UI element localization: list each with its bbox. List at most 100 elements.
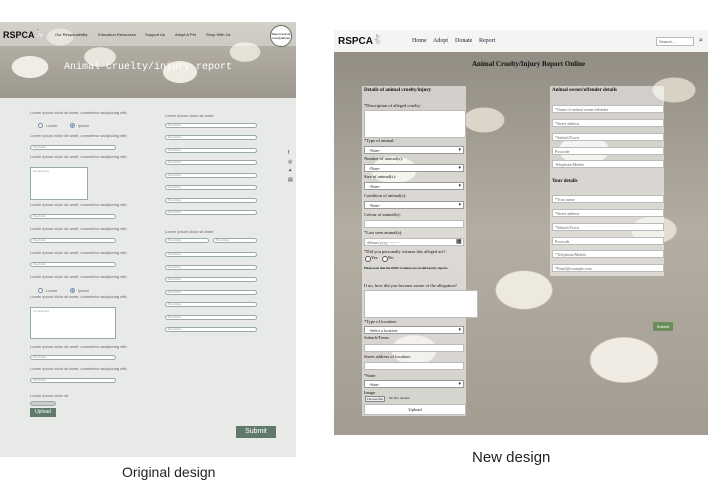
text-input[interactable]: Placeholder <box>165 302 257 307</box>
form-label: Lorem ipsum dolor sit amet, consetetur s… <box>30 366 128 371</box>
animal-condition-select[interactable]: -None- <box>364 201 464 209</box>
new-page-title: Animal Cruelty/Injury Report Online <box>472 60 585 68</box>
text-input[interactable]: Placeholder <box>30 145 116 150</box>
animal-number-select[interactable]: -None- <box>364 164 464 172</box>
instagram-icon[interactable]: ◎ <box>288 159 292 165</box>
text-input[interactable]: Placeholder <box>165 252 257 257</box>
animal-colour-input[interactable] <box>364 220 464 228</box>
textarea[interactable]: Text area here <box>30 167 88 200</box>
state-select[interactable]: -State- <box>364 380 464 388</box>
nav-link-report[interactable]: Report <box>479 38 495 44</box>
text-input[interactable]: Placeholder <box>165 185 257 190</box>
text-input[interactable]: Placeholder <box>165 210 257 215</box>
original-design-mockup: RSPCA 🐇 Our Responsibility Education Res… <box>0 22 296 457</box>
description-textarea[interactable] <box>364 110 466 138</box>
nav-link-adopt[interactable]: Adopt A Pet <box>175 32 196 37</box>
third-party-note: Please note that the RSPCA cannot act on… <box>364 266 449 270</box>
field-label: Image <box>364 390 376 395</box>
text-input[interactable]: Placeholder <box>165 198 257 203</box>
text-input[interactable]: Placeholder <box>165 315 257 320</box>
radio-lorem[interactable] <box>38 288 43 293</box>
nav-link-adopt[interactable]: Adopt <box>433 38 448 44</box>
text-input[interactable]: Placeholder <box>165 160 257 165</box>
text-input[interactable]: Placeholder <box>165 327 257 332</box>
street-input[interactable] <box>364 362 464 370</box>
form-label: Lorem ipsum dolor sit amet, consetetur s… <box>30 250 128 255</box>
facebook-icon[interactable]: f <box>288 150 289 156</box>
new-submit-button[interactable]: Submit <box>653 322 673 331</box>
text-input[interactable]: Placeholder <box>165 265 257 270</box>
field-label: If no, how did you become aware of the a… <box>364 283 457 288</box>
calendar-icon[interactable]: ▦ <box>456 238 462 245</box>
owner-suburb-input[interactable]: *Suburb/Town <box>552 133 664 141</box>
radio-ipsum[interactable] <box>70 123 75 128</box>
radio-lorem[interactable] <box>38 123 43 128</box>
upload-button[interactable]: Upload <box>30 408 56 417</box>
select-input[interactable]: Placeholder <box>165 238 209 243</box>
your-postcode-input[interactable]: Postcode <box>552 237 664 245</box>
field-label: *Type of animal: <box>364 138 395 143</box>
awareness-textarea[interactable] <box>364 290 478 318</box>
upload-button[interactable]: Upload <box>364 404 466 415</box>
form-label: Lorem ipsum dolor sit amet, consetetur s… <box>30 294 128 299</box>
suburb-input[interactable] <box>364 344 464 352</box>
your-email-input[interactable]: *Email@example.com <box>552 264 664 272</box>
original-submit-button[interactable]: Submit <box>236 426 276 438</box>
text-input[interactable]: Placeholder <box>30 355 116 360</box>
owner-name-input[interactable]: *Name of animal owner/offender <box>552 105 664 113</box>
text-input[interactable]: Placeholder <box>165 173 257 178</box>
field-label: Size of animal(s): <box>364 174 396 179</box>
field-label: Suburb/Town: <box>364 335 390 340</box>
text-input[interactable]: Placeholder <box>30 378 116 383</box>
your-phone-input[interactable]: *Telephone/Mobile <box>552 250 664 258</box>
your-suburb-input[interactable]: *Suburb/Town <box>552 223 664 231</box>
last-seen-datetime[interactable]: dd/mm/yyyy, --:-- -- <box>364 238 464 246</box>
nav-link-support[interactable]: Support Us <box>145 32 165 37</box>
original-logo[interactable]: RSPCA <box>3 30 35 40</box>
no-file-text: No file chosen <box>389 396 410 400</box>
form-label: Lorem ipsum dolor sit amet, consetetur s… <box>30 344 128 349</box>
form-label: Lorem ipsum dolor sit amet, consetetur s… <box>30 133 128 138</box>
your-street-input[interactable]: *Street address <box>552 209 664 217</box>
select-input[interactable]: Placeholder <box>213 238 257 243</box>
form-label: Lorem ipsum dolor sit amet <box>165 113 214 118</box>
twitter-icon[interactable]: ✦ <box>288 168 292 174</box>
text-input[interactable]: Placeholder <box>30 262 116 267</box>
form-label: Lorem ipsum dolor sit amet, consetetur s… <box>30 226 128 231</box>
search-input[interactable]: Search... <box>656 37 694 46</box>
radio-ipsum[interactable] <box>70 288 75 293</box>
textarea[interactable]: Text area here <box>30 307 116 339</box>
field-label: *State: <box>364 373 377 378</box>
new-caption: New design <box>472 449 551 466</box>
nav-link-shop[interactable]: Shop With Us <box>206 32 230 37</box>
file-chooser[interactable] <box>30 401 56 406</box>
your-name-input[interactable]: *Your name <box>552 195 664 203</box>
radio-label: No <box>388 255 394 260</box>
nav-link-responsibility[interactable]: Our Responsibility <box>55 32 87 37</box>
nav-link-donate[interactable]: Donate <box>455 38 472 44</box>
new-logo[interactable]: RSPCA <box>338 36 373 47</box>
owner-postcode-input[interactable]: Postcode <box>552 147 664 155</box>
report-badge[interactable]: Report animal cruelty/abuse <box>270 25 292 47</box>
form-label: Lorem ipsum dolor sit amet, consetetur s… <box>30 202 128 207</box>
owner-street-input[interactable]: *Street address <box>552 119 664 127</box>
section-heading: Animal owner/offender details <box>552 88 617 93</box>
animal-size-select[interactable]: -None- <box>364 182 464 190</box>
text-input[interactable]: Placeholder <box>165 123 257 128</box>
cart-icon[interactable]: ▤ <box>288 177 293 183</box>
nav-link-education[interactable]: Education Resources <box>98 32 136 37</box>
owner-phone-input[interactable]: Telephone/Mobile <box>552 160 664 168</box>
location-type-select[interactable]: -Select a location- <box>364 326 464 334</box>
choose-file-button[interactable]: Choose file <box>365 396 386 402</box>
text-input[interactable]: Placeholder <box>30 238 116 243</box>
text-input[interactable]: Placeholder <box>165 135 257 140</box>
section-heading: Details of animal cruelty/injury <box>364 88 432 93</box>
search-icon[interactable]: ⌕ <box>699 37 703 45</box>
radio-label: Ipsum <box>78 288 89 293</box>
animal-type-select[interactable]: -None- <box>364 146 464 154</box>
nav-link-home[interactable]: Home <box>412 38 427 44</box>
text-input[interactable]: Placeholder <box>165 277 257 282</box>
text-input[interactable]: Placeholder <box>30 214 116 219</box>
text-input[interactable]: Placeholder <box>165 290 257 295</box>
text-input[interactable]: Placeholder <box>165 148 257 153</box>
